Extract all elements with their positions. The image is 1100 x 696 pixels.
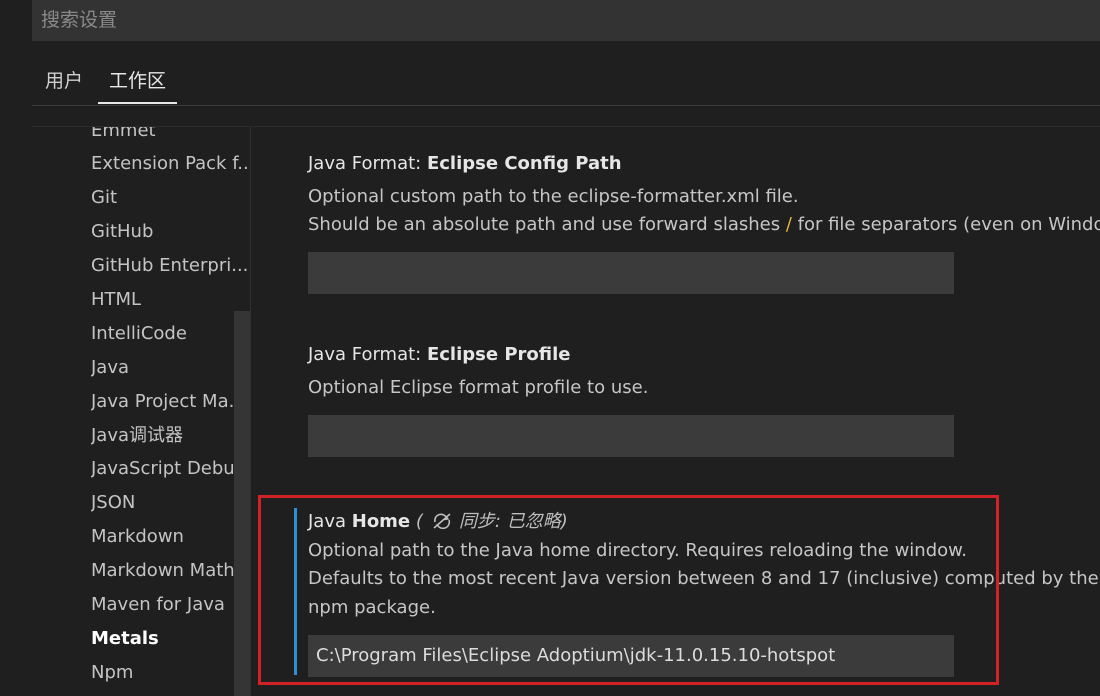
setting-title-eclipse-profile: Java Format: Eclipse Profile bbox=[308, 344, 571, 365]
eclipse-config-path-input[interactable] bbox=[308, 252, 954, 294]
eclipse-profile-input[interactable] bbox=[308, 415, 954, 457]
toc-item-java-debugger[interactable]: Java调试器 bbox=[91, 422, 250, 450]
toc-item-markdown-math[interactable]: Markdown Math bbox=[91, 557, 250, 585]
toc-item-maven-for-java[interactable]: Maven for Java bbox=[91, 591, 250, 619]
desc-text: for file separators (even on Windows). bbox=[797, 214, 1100, 235]
setting-description: Should be an absolute path and use forwa… bbox=[308, 214, 1100, 235]
setting-category: Java Format: bbox=[308, 344, 427, 365]
setting-title-eclipse-config-path: Java Format: Eclipse Config Path bbox=[308, 153, 622, 174]
tab-workspace-label: 工作区 bbox=[109, 70, 167, 92]
toc-item-java[interactable]: Java bbox=[91, 354, 250, 382]
desc-text: Should be an absolute path and use forwa… bbox=[308, 214, 786, 235]
setting-name: Eclipse Profile bbox=[426, 344, 571, 365]
settings-scope-tabs: 用户 工作区 bbox=[32, 62, 1100, 106]
toc-item-emmet[interactable]: Emmet bbox=[91, 127, 250, 145]
toc-item-git[interactable]: Git bbox=[91, 184, 250, 212]
setting-description: Optional Eclipse format profile to use. bbox=[308, 377, 649, 398]
toc-item-javascript-debugger[interactable]: JavaScript Debu... bbox=[91, 455, 250, 483]
toc-item-intellicode[interactable]: IntelliCode bbox=[91, 320, 250, 348]
setting-category: Java Format: bbox=[308, 153, 427, 174]
toc-item-github-enterprise[interactable]: GitHub Enterpri... bbox=[91, 252, 250, 280]
toc-item-extension-pack[interactable]: Extension Pack f... bbox=[91, 150, 250, 178]
settings-toc: Emmet Extension Pack f... Git GitHub Git… bbox=[32, 127, 251, 696]
tab-user[interactable]: 用户 bbox=[45, 66, 83, 104]
toc-item-github[interactable]: GitHub bbox=[91, 218, 250, 246]
setting-description: Optional custom path to the eclipse-form… bbox=[308, 186, 799, 207]
setting-name: Eclipse Config Path bbox=[426, 153, 622, 174]
highlight-annotation-box bbox=[258, 495, 999, 685]
toc-item-java-project-manager[interactable]: Java Project Ma... bbox=[91, 388, 250, 416]
settings-editor: 搜索设置 用户 工作区 Emmet Extension Pack f... Gi… bbox=[0, 0, 1100, 696]
toc-scrollbar[interactable] bbox=[234, 311, 250, 696]
toc-item-markdown[interactable]: Markdown bbox=[91, 523, 250, 551]
toc-item-json[interactable]: JSON bbox=[91, 489, 250, 517]
toc-item-html[interactable]: HTML bbox=[91, 286, 250, 314]
toc-item-npm[interactable]: Npm bbox=[91, 659, 250, 687]
toc-item-metals[interactable]: Metals bbox=[91, 625, 250, 653]
search-settings-input[interactable]: 搜索设置 bbox=[32, 0, 1100, 41]
tab-workspace[interactable]: 工作区 bbox=[98, 66, 178, 104]
